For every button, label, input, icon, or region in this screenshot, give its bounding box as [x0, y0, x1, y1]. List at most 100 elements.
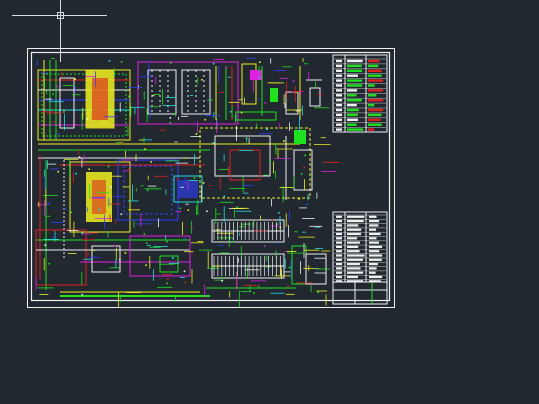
terminal-dot	[283, 140, 285, 142]
terminal-dot	[81, 232, 83, 235]
contactor-blocks-top	[137, 61, 239, 125]
table-cell-fill	[347, 64, 362, 68]
terminal-dot	[278, 212, 280, 214]
table-cell-fill	[368, 94, 377, 97]
table-cell-fill	[368, 108, 384, 112]
table-cell-fill	[336, 220, 342, 223]
table-cell-fill	[347, 280, 364, 283]
table-cell-fill	[336, 94, 342, 97]
table-cell-fill	[347, 89, 358, 92]
terminal-dot	[169, 117, 172, 119]
table-cell-fill	[368, 64, 379, 68]
terminal-dot	[74, 78, 76, 80]
terminal-dot	[212, 62, 215, 65]
terminal-dot	[145, 264, 147, 266]
table-cell-fill	[336, 74, 342, 77]
terminal-dot	[298, 198, 300, 200]
table-cell-fill	[369, 220, 380, 223]
table-cell-fill	[369, 237, 377, 240]
table-cell-fill	[368, 84, 375, 87]
table-cell-fill	[347, 245, 359, 248]
terminal-dot	[110, 186, 112, 189]
terminal-dot	[240, 111, 243, 114]
terminal-dot	[183, 270, 186, 273]
table-cell-fill	[347, 275, 358, 279]
table-cell-fill	[369, 232, 381, 236]
terminal-dot	[44, 244, 47, 246]
terminal-dot	[225, 67, 228, 69]
terminal-dot	[212, 142, 215, 144]
table-cell-fill	[347, 215, 365, 218]
table-cell-fill	[368, 128, 375, 131]
terminal-dot	[152, 94, 155, 97]
table-cell-fill	[368, 103, 375, 107]
table-cell-fill	[336, 89, 342, 92]
terminal-dot	[120, 61, 123, 63]
table-cell-fill	[336, 232, 342, 236]
table-cell-fill	[347, 271, 364, 274]
terminal-dot	[172, 257, 174, 259]
terminal-dot	[206, 210, 208, 213]
table-cell-fill	[347, 220, 364, 223]
terminal-dot	[303, 166, 305, 169]
table-cell-fill	[368, 74, 382, 77]
table-cell-fill	[336, 267, 342, 270]
table-cell-fill	[368, 89, 384, 92]
table-cell-fill	[336, 258, 342, 261]
table-cell-fill	[369, 280, 381, 283]
terminal-dot	[166, 240, 168, 243]
terminal-dot	[245, 137, 248, 140]
terminal-dot	[124, 252, 127, 254]
terminal-dot	[128, 95, 130, 98]
middle-bus-lines	[38, 127, 313, 200]
cad-model-viewport[interactable]	[0, 0, 539, 404]
terminal-dot	[257, 98, 260, 100]
table-cell-fill	[369, 258, 382, 261]
table-cell-fill	[368, 113, 382, 117]
table-cell-fill	[336, 275, 342, 279]
table-cell-fill	[347, 241, 360, 244]
terminal-dot	[179, 207, 182, 210]
terminal-dot	[264, 102, 267, 104]
table-cell-fill	[336, 128, 342, 131]
terminal-dot	[259, 61, 261, 63]
terminal-dot	[223, 195, 226, 198]
table-cell-fill	[347, 258, 363, 261]
terminal-dot	[145, 242, 148, 245]
terminal-dot	[48, 202, 50, 205]
terminal-dot	[232, 240, 235, 243]
table-cell-fill	[369, 215, 377, 218]
table-cell-fill	[347, 113, 358, 117]
table-cell-fill	[336, 69, 342, 72]
terminal-dot	[52, 93, 54, 96]
terminal-dot	[48, 262, 50, 265]
table-cell-fill	[336, 123, 342, 126]
terminal-dot	[56, 85, 58, 88]
cad-drawing-canvas[interactable]	[0, 0, 539, 404]
terminal-dot	[287, 285, 289, 287]
terminal-dot	[221, 280, 223, 282]
table-cell-fill	[369, 245, 382, 248]
terminal-dot	[187, 209, 190, 211]
terminal-dot	[184, 281, 187, 284]
table-cell-fill	[336, 271, 342, 274]
main-circuit-left	[37, 60, 131, 141]
terminal-dot	[266, 128, 268, 130]
terminal-dot	[119, 258, 121, 261]
table-cell-fill	[347, 99, 362, 102]
table-cell-fill	[336, 224, 342, 227]
table-cell-fill	[369, 263, 378, 266]
terminal-dot	[144, 148, 146, 150]
table-cell-fill	[336, 263, 342, 266]
lower-left-circuits	[35, 229, 210, 297]
table-cell-fill	[336, 99, 342, 102]
terminal-dot	[236, 206, 239, 208]
terminal-dot	[193, 177, 196, 179]
terminal-dot	[120, 213, 123, 215]
terminal-dot	[292, 80, 295, 82]
table-cell-fill	[336, 113, 342, 117]
terminal-dot	[128, 168, 131, 170]
table-cell-fill	[347, 79, 363, 82]
table-cell-fill	[368, 123, 382, 126]
terminal-dot	[269, 160, 271, 163]
